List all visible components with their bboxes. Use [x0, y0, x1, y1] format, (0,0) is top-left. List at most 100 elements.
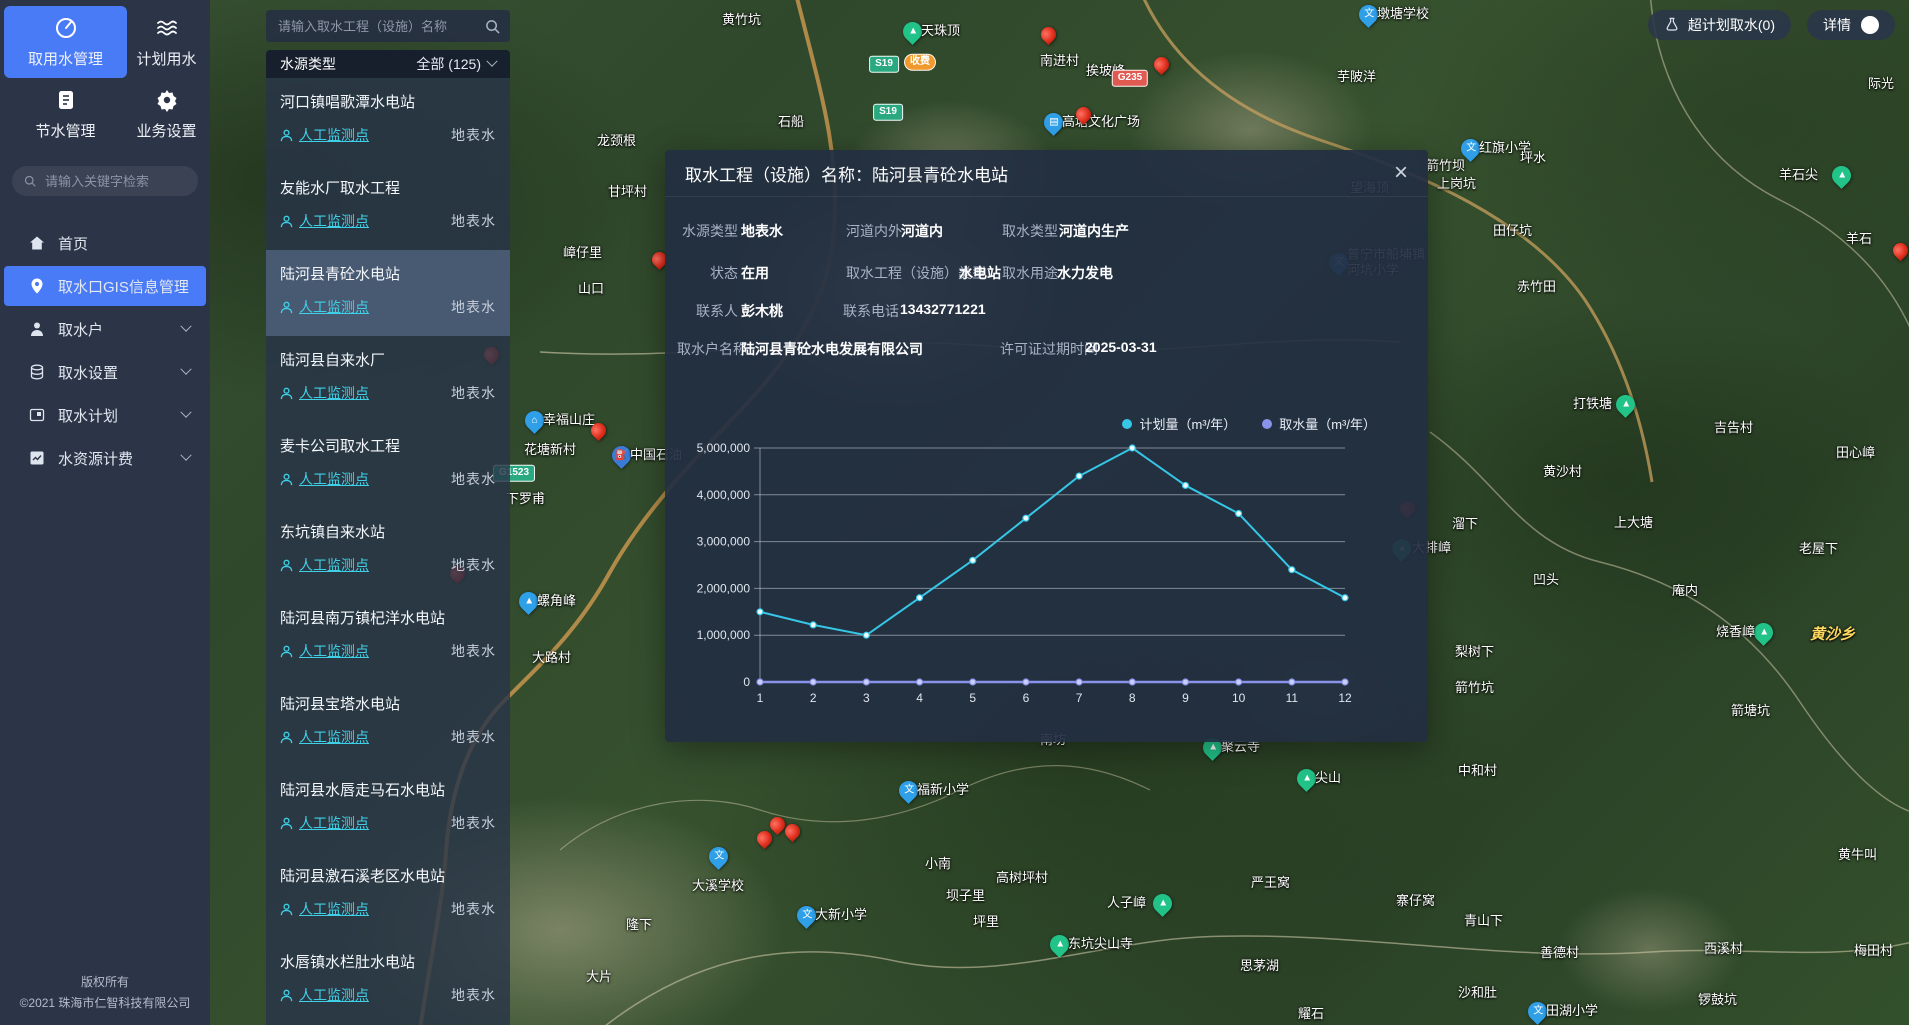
map-place-label: 西溪村 [1704, 941, 1743, 957]
intake-list-panel: 水源类型 全部 (125) 河口镇唱歌潭水电站人工监测点地表水友能水厂取水工程人… [262, 0, 520, 1025]
field-value: 陆河县青砼水电发展有限公司 [741, 339, 923, 359]
manual-monitor-link[interactable]: 人工监测点 [280, 383, 369, 403]
manual-monitor-link[interactable]: 人工监测点 [280, 125, 369, 145]
legend-dot-plan-icon [1122, 419, 1132, 429]
list-item[interactable]: 东坑镇自来水站人工监测点地表水 [266, 508, 510, 594]
school-pin-icon[interactable]: 文 [705, 843, 732, 870]
list-item[interactable]: 陆河县宝塔水电站人工监测点地表水 [266, 680, 510, 766]
monitor-label: 人工监测点 [299, 555, 369, 575]
menu-item-intake-settings[interactable]: 取水设置 [4, 352, 206, 392]
person-icon [280, 989, 293, 1002]
menu-item-water-resource-billing[interactable]: 水资源计费 [4, 438, 206, 478]
map-place-label: 石船 [778, 114, 804, 130]
keyword-search-box[interactable] [12, 166, 198, 196]
red-marker-pin-icon[interactable] [1038, 24, 1059, 45]
nature-pin-icon[interactable]: ▲ [1612, 391, 1639, 418]
list-item[interactable]: 友能水厂取水工程人工监测点地表水 [266, 164, 510, 250]
svg-text:12: 12 [1338, 691, 1352, 705]
intake-name: 陆河县水唇走马石水电站 [280, 779, 496, 800]
detail-toggle[interactable]: 详情 [1807, 10, 1895, 40]
intake-name: 陆河县宝塔水电站 [280, 693, 496, 714]
module-planned-water-use[interactable]: 计划用水 [127, 6, 206, 78]
menu-item-label: 水资源计费 [58, 448, 133, 469]
module-label: 取用水管理 [28, 48, 103, 69]
svg-text:1: 1 [757, 691, 764, 705]
monitor-label: 人工监测点 [299, 125, 369, 145]
svg-text:4,000,000: 4,000,000 [697, 488, 751, 502]
search-icon [24, 174, 36, 188]
monitor-label: 人工监测点 [299, 727, 369, 747]
manual-monitor-link[interactable]: 人工监测点 [280, 469, 369, 489]
map-poi-label: 墩塘学校 [1377, 6, 1429, 22]
menu-item-intake-gis-management[interactable]: 取水口GIS信息管理 [4, 266, 206, 306]
red-marker-pin-icon[interactable] [1890, 240, 1909, 261]
field-value: 13432771221 [900, 301, 986, 317]
red-marker-pin-icon[interactable] [754, 828, 775, 849]
list-item[interactable]: 水唇镇水栏肚水电站人工监测点地表水 [266, 938, 510, 1024]
keyword-search-input[interactable] [43, 173, 186, 190]
map-place-label: 沙和肚 [1458, 985, 1497, 1001]
nature-pin-icon[interactable]: ▲ [1828, 162, 1855, 189]
intake-list-items: 河口镇唱歌潭水电站人工监测点地表水友能水厂取水工程人工监测点地表水陆河县青砼水电… [266, 78, 510, 1024]
module-business-settings[interactable]: 业务设置 [127, 78, 206, 150]
intake-search-box[interactable] [266, 10, 510, 42]
over-plan-intake-button[interactable]: 超计划取水(0) [1648, 10, 1791, 40]
intake-search-input[interactable] [276, 18, 485, 35]
manual-monitor-link[interactable]: 人工监测点 [280, 813, 369, 833]
list-item[interactable]: 河口镇唱歌潭水电站人工监测点地表水 [266, 78, 510, 164]
map-place-label: 大路村 [532, 650, 571, 666]
toggle-knob-icon[interactable] [1861, 16, 1879, 34]
map-poi-label: 羊石尖 [1779, 167, 1818, 183]
list-item[interactable]: 陆河县青砼水电站人工监测点地表水 [266, 250, 510, 336]
list-item[interactable]: 麦卡公司取水工程人工监测点地表水 [266, 422, 510, 508]
map-place-label: 上大塘 [1614, 515, 1653, 531]
menu-item-intake-plan[interactable]: 取水计划 [4, 395, 206, 435]
close-icon[interactable]: × [1394, 161, 1408, 185]
svg-text:5,000,000: 5,000,000 [697, 441, 751, 455]
module-water-intake-management[interactable]: 取用水管理 [4, 6, 127, 78]
field-label: 取水类型 [1002, 221, 1058, 241]
monitor-label: 人工监测点 [299, 469, 369, 489]
manual-monitor-link[interactable]: 人工监测点 [280, 899, 369, 919]
field-value: 彭木桃 [741, 301, 783, 321]
filter-dropdown[interactable]: 全部 (125) [416, 54, 496, 74]
map-place-label: 坪里 [973, 914, 999, 930]
red-marker-pin-icon[interactable] [1151, 54, 1172, 75]
nature-pin-icon[interactable]: ▲ [1149, 890, 1176, 917]
copyright-line2: ©2021 珠海市仁智科技有限公司 [0, 993, 210, 1013]
person-icon [280, 387, 293, 400]
map-place-label: 箭竹坝 [1426, 158, 1465, 174]
flask-icon [1664, 17, 1680, 33]
manual-monitor-link[interactable]: 人工监测点 [280, 555, 369, 575]
module-water-saving-management[interactable]: 节水管理 [4, 78, 127, 150]
map-poi-label: 东坑尖山寺 [1068, 936, 1133, 952]
field-label: 取水户名称 [677, 339, 738, 359]
manual-monitor-link[interactable]: 人工监测点 [280, 727, 369, 747]
road-badge: G235 [1112, 70, 1148, 87]
manual-monitor-link[interactable]: 人工监测点 [280, 641, 369, 661]
detail-toggle-label: 详情 [1823, 15, 1851, 35]
map-place-label: 大片 [586, 969, 612, 985]
person-icon [280, 903, 293, 916]
intake-subrow: 人工监测点地表水 [280, 641, 496, 661]
list-item[interactable]: 陆河县南万镇杞洋水电站人工监测点地表水 [266, 594, 510, 680]
monitor-label: 人工监测点 [299, 297, 369, 317]
search-icon[interactable] [485, 19, 500, 34]
plan-vs-intake-chart: 01,000,0002,000,0003,000,0004,000,0005,0… [665, 430, 1428, 742]
manual-monitor-link[interactable]: 人工监测点 [280, 985, 369, 1005]
svg-text:0: 0 [743, 675, 750, 689]
manual-monitor-link[interactable]: 人工监测点 [280, 297, 369, 317]
monitor-label: 人工监测点 [299, 985, 369, 1005]
manual-monitor-link[interactable]: 人工监测点 [280, 211, 369, 231]
water-type-label: 地表水 [451, 469, 496, 489]
svg-text:8: 8 [1129, 691, 1136, 705]
list-item[interactable]: 陆河县自来水厂人工监测点地表水 [266, 336, 510, 422]
menu-item-label: 取水计划 [58, 405, 118, 426]
menu-item-water-users[interactable]: 取水户 [4, 309, 206, 349]
menu-item-home[interactable]: 首页 [4, 223, 206, 263]
intake-subrow: 人工监测点地表水 [280, 985, 496, 1005]
map-place-label: 黄牛叫 [1838, 847, 1877, 863]
water-type-label: 地表水 [451, 899, 496, 919]
list-item[interactable]: 陆河县水唇走马石水电站人工监测点地表水 [266, 766, 510, 852]
list-item[interactable]: 陆河县激石溪老区水电站人工监测点地表水 [266, 852, 510, 938]
